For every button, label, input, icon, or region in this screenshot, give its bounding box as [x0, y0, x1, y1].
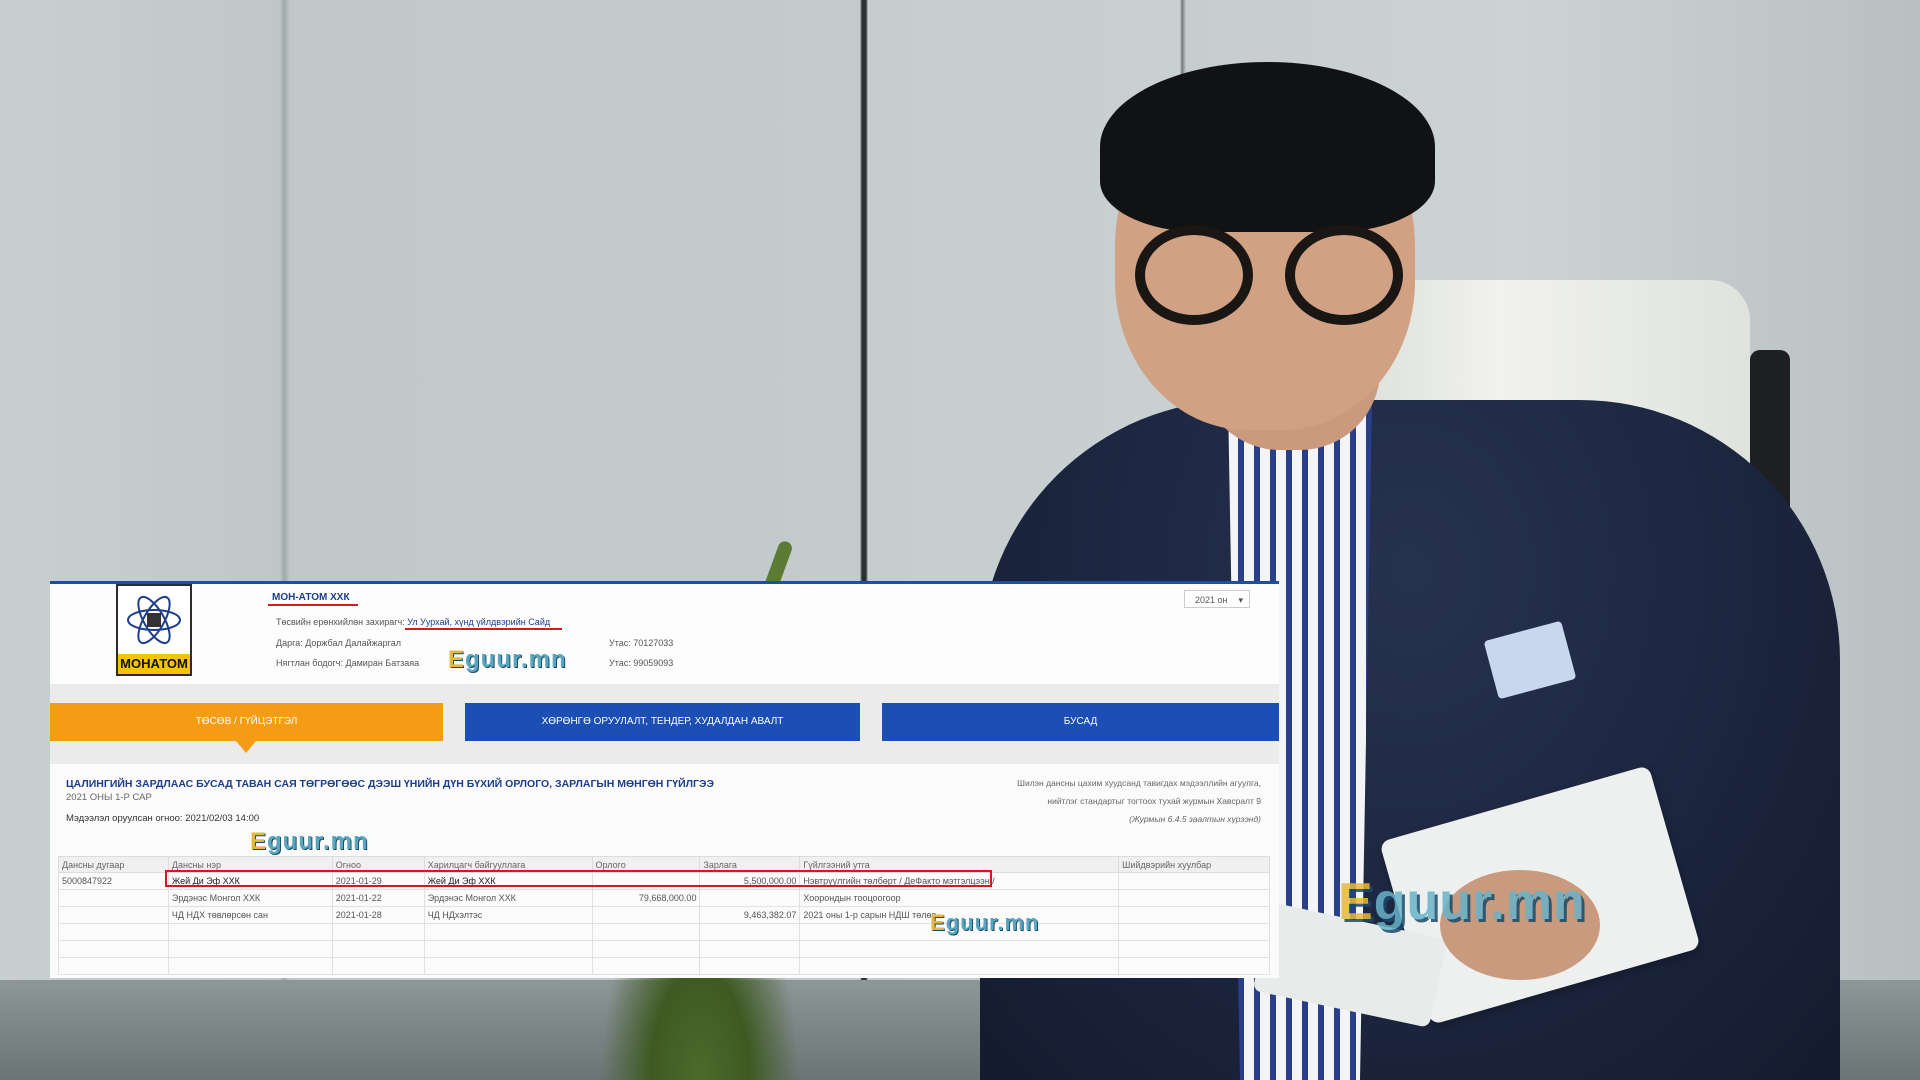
person-hair	[1100, 62, 1435, 232]
cell-account-number	[58, 889, 169, 907]
cell-decision-copy[interactable]	[1118, 906, 1270, 924]
cell-account-number	[58, 906, 169, 924]
table-row-empty	[58, 957, 1270, 975]
watermark-row: Eguur.mn	[930, 910, 1040, 935]
col-description: Гүйлгээний утга	[799, 856, 1120, 873]
phone-1: Утас: 70127033	[609, 638, 674, 648]
cell-income	[591, 906, 701, 924]
cell-income: 79,668,000.00	[591, 889, 701, 907]
table-header-row: Дансны дугаар Дансны нэр Огноо Харилцагч…	[58, 856, 1270, 873]
cell-expense	[699, 889, 801, 907]
manager-label: Төсвийн ерөнхийлөн захирагч:	[276, 617, 408, 627]
watermark-table: Eguur.mn	[250, 828, 369, 855]
company-logo: МОНАТОМ	[116, 584, 192, 676]
report-note: Шилэн дансны цахим хуудсанд тавигдах мэд…	[1017, 774, 1261, 828]
cell-expense: 9,463,382.07	[699, 906, 801, 924]
glasses	[1135, 225, 1405, 335]
cell-counterparty: Эрдэнэс Монгол ХХК	[423, 889, 593, 907]
tab-other[interactable]: БУСАД	[882, 703, 1279, 741]
watermark-large: Eguur.mn	[1338, 873, 1586, 931]
year-select-value: 2021 он	[1195, 595, 1228, 605]
table-row-empty	[58, 923, 1270, 941]
table-row: Эрдэнэс Монгол ХХК 2021-01-22 Эрдэнэс Мо…	[58, 889, 1270, 907]
transactions-table: Дансны дугаар Дансны нэр Огноо Харилцагч…	[58, 856, 1270, 975]
cell-account-name: Эрдэнэс Монгол ХХК	[167, 889, 333, 907]
col-account-name: Дансны нэр	[167, 856, 333, 873]
cell-expense: 5,500,000.00	[699, 872, 801, 890]
document-header: МОНАТОМ МОН-АТОМ ХХК Төсвийн ерөнхийлөн …	[50, 584, 1279, 684]
cell-account-name: Жей Ди Эф ХХК	[167, 872, 333, 890]
cell-description: Нэвтрүүлгийн төлбөрт / ДеФакто мэтгэлцээ…	[799, 872, 1120, 890]
col-income: Орлого	[591, 856, 701, 873]
manager-value: Ул Уурхай, хүнд үйлдвэрийн Сайд	[407, 617, 551, 627]
col-counterparty: Харилцагч байгууллага	[423, 856, 593, 873]
report-note-line-2: нийтлэг стандартыг тогтоох тухай журмын …	[1047, 796, 1261, 806]
company-name[interactable]: МОН-АТОМ ХХК	[268, 592, 358, 606]
accountant-line: Нягтлан бодогч: Дамиран Батзаяа	[276, 658, 420, 668]
cell-decision-copy[interactable]	[1118, 872, 1270, 890]
cell-description: Хоорондын тооцоогоор	[799, 889, 1120, 907]
col-date: Огноо	[331, 856, 425, 873]
cell-counterparty: ЧД НДхэлтэс	[423, 906, 593, 924]
col-decision-copy: Шийдвэрийн хуулбар	[1118, 856, 1270, 873]
tab-budget[interactable]: ТӨСӨВ / ГҮЙЦЭТГЭЛ	[50, 703, 443, 753]
col-account-number: Дансны дугаар	[58, 856, 169, 873]
cell-date: 2021-01-22	[331, 889, 425, 907]
cell-account-number: 5000847922	[58, 872, 169, 890]
col-expense: Зарлага	[699, 856, 801, 873]
cell-date: 2021-01-28	[331, 906, 425, 924]
table-row-empty	[58, 940, 1270, 958]
cell-date: 2021-01-29	[331, 872, 425, 890]
director-line: Дарга: Доржбал Далайжаргал	[276, 638, 401, 648]
tab-investment[interactable]: ХӨРӨНГӨ ОРУУЛАЛТ, ТЕНДЕР, ХУДАЛДАН АВАЛТ	[465, 703, 860, 741]
table-row: 5000847922 Жей Ди Эф ХХК 2021-01-29 Жей …	[58, 872, 1270, 890]
report-note-line-1: Шилэн дансны цахим хуудсанд тавигдах мэд…	[1017, 778, 1261, 788]
logo-label: МОНАТОМ	[118, 654, 190, 674]
table-row: ЧД НДХ төвлөрсөн сан 2021-01-28 ЧД НДхэл…	[58, 906, 1270, 924]
report-period: 2021 ОНЫ 1-Р САР	[66, 792, 152, 803]
cell-decision-copy[interactable]	[1118, 889, 1270, 907]
chevron-down-icon: ▾	[1238, 595, 1243, 605]
cell-counterparty: Жей Ди Эф ХХК	[423, 872, 593, 890]
report-uploaded: Мэдээлэл оруулсан огноо: 2021/02/03 14:0…	[66, 813, 260, 824]
report-note-line-3: (Журмын 6.4.5 заалтын хүрээнд)	[1129, 814, 1261, 824]
year-select[interactable]: 2021 он ▾	[1184, 590, 1250, 608]
cell-income	[591, 872, 701, 890]
watermark-header: Eguur.mn	[448, 646, 567, 673]
report-title: ЦАЛИНГИЙН ЗАРДЛААС БУСАД ТАВАН САЯ ТӨГРӨ…	[66, 778, 714, 790]
phone-2: Утас: 99059093	[609, 658, 674, 668]
atom-icon	[127, 595, 181, 645]
manager-line: Төсвийн ерөнхийлөн захирагч: Ул Уурхай, …	[276, 617, 550, 627]
cell-account-name: ЧД НДХ төвлөрсөн сан	[167, 906, 333, 924]
document-card: МОНАТОМ МОН-АТОМ ХХК Төсвийн ерөнхийлөн …	[50, 581, 1279, 978]
